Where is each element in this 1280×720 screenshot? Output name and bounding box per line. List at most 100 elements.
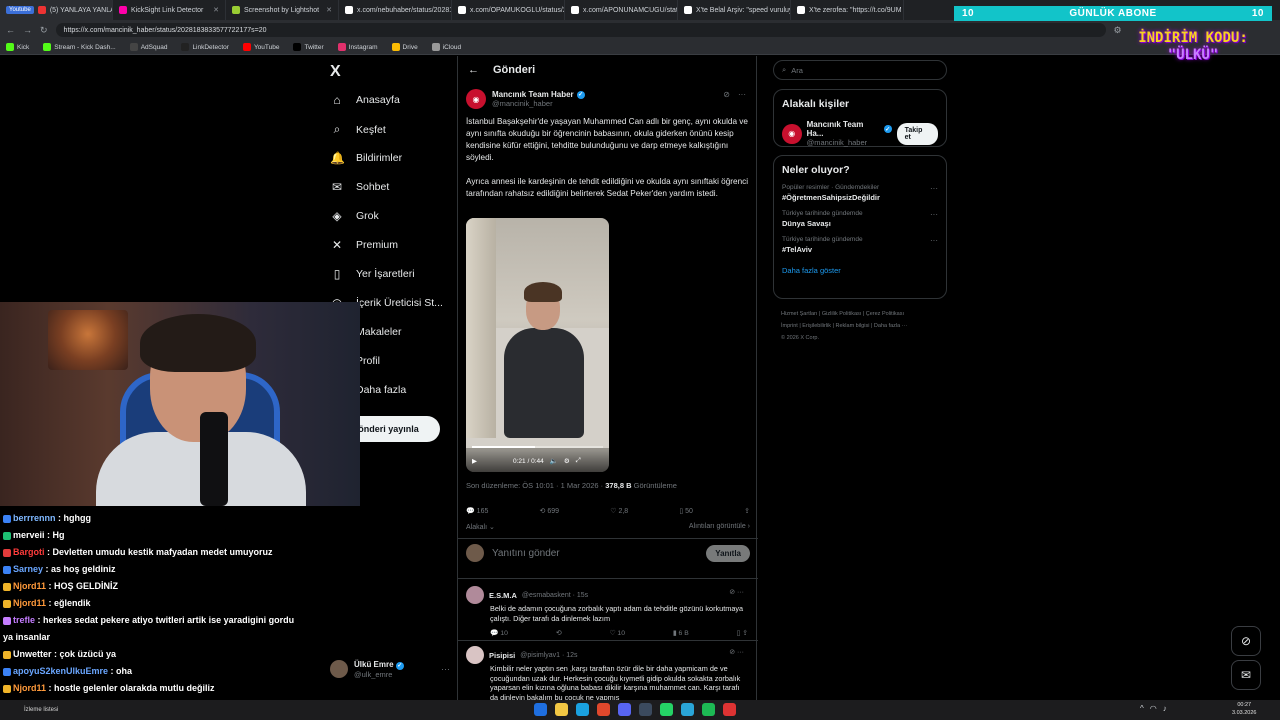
x-logo[interactable]: X — [330, 63, 341, 81]
nav-item[interactable]: ✕ Premium — [330, 238, 398, 252]
more-icon[interactable]: ··· — [738, 90, 746, 99]
back-arrow-icon[interactable]: ← — [468, 64, 479, 76]
related-person[interactable]: ◉ Mancınık Team Ha... ✓ @mancinik_haber T… — [782, 120, 938, 147]
bookmark-action[interactable]: ▯ 50 — [679, 507, 693, 515]
chat-username[interactable]: Bargoti — [13, 547, 45, 557]
search-input[interactable]: ⌕ Ara — [773, 60, 947, 80]
chevron-up-icon[interactable]: ^ — [1140, 704, 1144, 713]
like-action[interactable]: ♡ 2,8 — [610, 507, 628, 515]
discord-icon[interactable] — [618, 703, 631, 716]
follow-button[interactable]: Takip et — [896, 122, 938, 145]
settings-icon[interactable]: ⚙ — [564, 457, 570, 465]
more-icon[interactable]: ··· — [930, 236, 938, 245]
chrome-icon[interactable] — [597, 703, 610, 716]
fullscreen-icon[interactable]: ⤢ — [576, 457, 581, 465]
more-icon[interactable]: ⊘ ··· — [729, 648, 744, 656]
trend-item[interactable]: Türkiye tarihinde gündemde Dünya Savaşı ··… — [782, 210, 938, 228]
view-quotes-link[interactable]: Alıntıları görüntüle › — [689, 523, 750, 531]
reply-input[interactable]: Yanıtını gönder — [492, 548, 698, 559]
more-icon[interactable]: ··· — [930, 210, 938, 219]
clock[interactable]: 00:27 3.03.2026 — [1232, 701, 1256, 717]
repost-action[interactable]: ⟲ — [556, 629, 562, 637]
reload-icon[interactable]: ↻ — [40, 25, 48, 36]
repost-action[interactable]: ⟲ 699 — [540, 507, 560, 515]
reply-button[interactable]: Yanıtla — [706, 544, 750, 562]
nav-item[interactable]: ⌕ Keşfet — [330, 122, 386, 137]
browser-tab[interactable]: X'te Belal Arşiv: "speed vuruluy✕ — [678, 0, 791, 20]
bookmark-icon[interactable]: ▯ ⇪ — [737, 629, 748, 637]
whatsapp-icon[interactable] — [660, 703, 673, 716]
folder-icon[interactable] — [555, 703, 568, 716]
chat-username[interactable]: Njord11 — [13, 581, 46, 591]
nav-item[interactable]: ⌂ Anasayfa — [330, 93, 399, 107]
reply-item[interactable]: E.S.M.A @esmabaskent · 15s ⊘ ··· Belki d… — [466, 586, 750, 637]
more-icon[interactable]: ⊘ ··· — [729, 588, 744, 596]
browser-tab[interactable]: x.com/APONUNAMCUGU/statu✕ — [565, 0, 678, 20]
grok-icon[interactable]: ⊘ — [723, 90, 730, 99]
show-more-link[interactable]: Daha fazla göster — [782, 266, 938, 275]
messages-floating-button[interactable]: ✉ — [1231, 660, 1261, 690]
reply-action[interactable]: 💬 165 — [466, 507, 488, 515]
related-sort[interactable]: Alakalı ⌄ — [466, 523, 495, 531]
chat-username[interactable]: Sarney — [13, 564, 43, 574]
chat-username[interactable]: merveii — [13, 530, 45, 540]
reply-item[interactable]: Pisipisi @pisimlyav1 · 12s ⊘ ··· Kimbili… — [466, 646, 750, 702]
close-tab-icon[interactable]: ✕ — [213, 6, 219, 14]
bookmark-item[interactable]: iCloud — [431, 43, 461, 51]
bookmark-item[interactable]: Twitter — [293, 43, 324, 51]
edge-icon[interactable] — [576, 703, 589, 716]
tweet-author[interactable]: ◉ Mancınık Team Haber ✓ @mancinik_haber — [466, 89, 585, 109]
app-icon[interactable] — [723, 703, 736, 716]
footer-line-2[interactable]: İmprint | Erişilebilirlik | Reklam bilgi… — [781, 320, 941, 332]
bookmark-item[interactable]: Kick — [6, 43, 29, 51]
video-progress[interactable] — [472, 446, 603, 448]
chat-username[interactable]: Unwetter — [13, 649, 52, 659]
nav-item[interactable]: ◈ Grok — [330, 209, 378, 223]
close-tab-icon[interactable]: ✕ — [326, 6, 332, 14]
trend-item[interactable]: Popüler resimler · Gündemdekiler #Öğretme… — [782, 184, 938, 202]
back-icon[interactable]: ← — [6, 25, 15, 35]
steam-icon[interactable] — [639, 703, 652, 716]
extensions-icon[interactable]: ⚙ — [1114, 25, 1122, 36]
reply-action[interactable]: 💬 10 — [490, 629, 508, 637]
chat-username[interactable]: berrrennn — [13, 513, 56, 523]
author-avatar[interactable]: ◉ — [466, 89, 486, 109]
spotify-icon[interactable] — [702, 703, 715, 716]
browser-tab[interactable]: x.com/OPAMUKOGLU/status/2✕ — [452, 0, 565, 20]
chat-username[interactable]: trefle — [13, 615, 35, 625]
more-icon[interactable]: ··· — [930, 184, 938, 193]
volume-icon[interactable]: ♪ — [1163, 704, 1167, 713]
start-icon[interactable] — [534, 703, 547, 716]
like-action[interactable]: ♡ 10 — [609, 629, 625, 637]
browser-tab[interactable]: KickSight Link Detector ✕ — [113, 0, 226, 20]
chat-username[interactable]: Njord11 — [13, 683, 46, 693]
trend-item[interactable]: Türkiye tarihinde gündemde #TelAviv ··· — [782, 236, 938, 254]
grok-floating-button[interactable]: ⊘ — [1231, 626, 1261, 656]
bookmark-item[interactable]: AdSquad — [129, 43, 167, 51]
views-action[interactable]: ▮ 6 B — [673, 629, 689, 637]
browser-tab[interactable]: Screenshot by Lightshot ✕ — [226, 0, 339, 20]
bookmark-item[interactable]: Stream - Kick Dash... — [43, 43, 116, 51]
url-field[interactable]: https://x.com/mancinik_haber/status/2028… — [55, 23, 1106, 37]
nav-item[interactable]: 🔔 Bildirimler — [330, 151, 402, 165]
telegram-icon[interactable] — [681, 703, 694, 716]
more-icon[interactable]: ··· — [441, 664, 450, 674]
share-icon[interactable]: ⇪ — [744, 507, 750, 515]
bookmark-item[interactable]: YouTube — [242, 43, 279, 51]
account-switcher[interactable]: Ülkü Emre ✓ @ulk_emre ··· — [330, 660, 450, 679]
tab-group-chip[interactable]: Youtube — [6, 6, 34, 14]
play-icon[interactable]: ▶ — [472, 457, 477, 465]
wifi-icon[interactable]: ◠ — [1150, 704, 1157, 713]
browser-tab[interactable]: X'te zerofea: "https://t.co/9UM✕ — [791, 0, 904, 20]
volume-icon[interactable]: 🔈 — [550, 457, 558, 465]
nav-item[interactable]: ✉ Sohbet — [330, 180, 389, 194]
forward-icon[interactable]: → — [23, 25, 32, 35]
footer-line-1[interactable]: Hizmet Şartları | Gizlilik Politikası | … — [781, 308, 941, 320]
bookmark-item[interactable]: Drive — [391, 43, 418, 51]
video-player[interactable]: ▶ 0:21 / 0:44 🔈 ⚙ ⤢ — [466, 218, 609, 472]
bookmark-item[interactable]: LinkDetector — [181, 43, 229, 51]
bookmark-item[interactable]: Instagram — [337, 43, 378, 51]
nav-item[interactable]: ▯ Yer İşaretleri — [330, 267, 415, 281]
chat-username[interactable]: apoyuS2kenUlkuEmre — [13, 666, 108, 676]
chat-username[interactable]: Njord11 — [13, 598, 46, 608]
